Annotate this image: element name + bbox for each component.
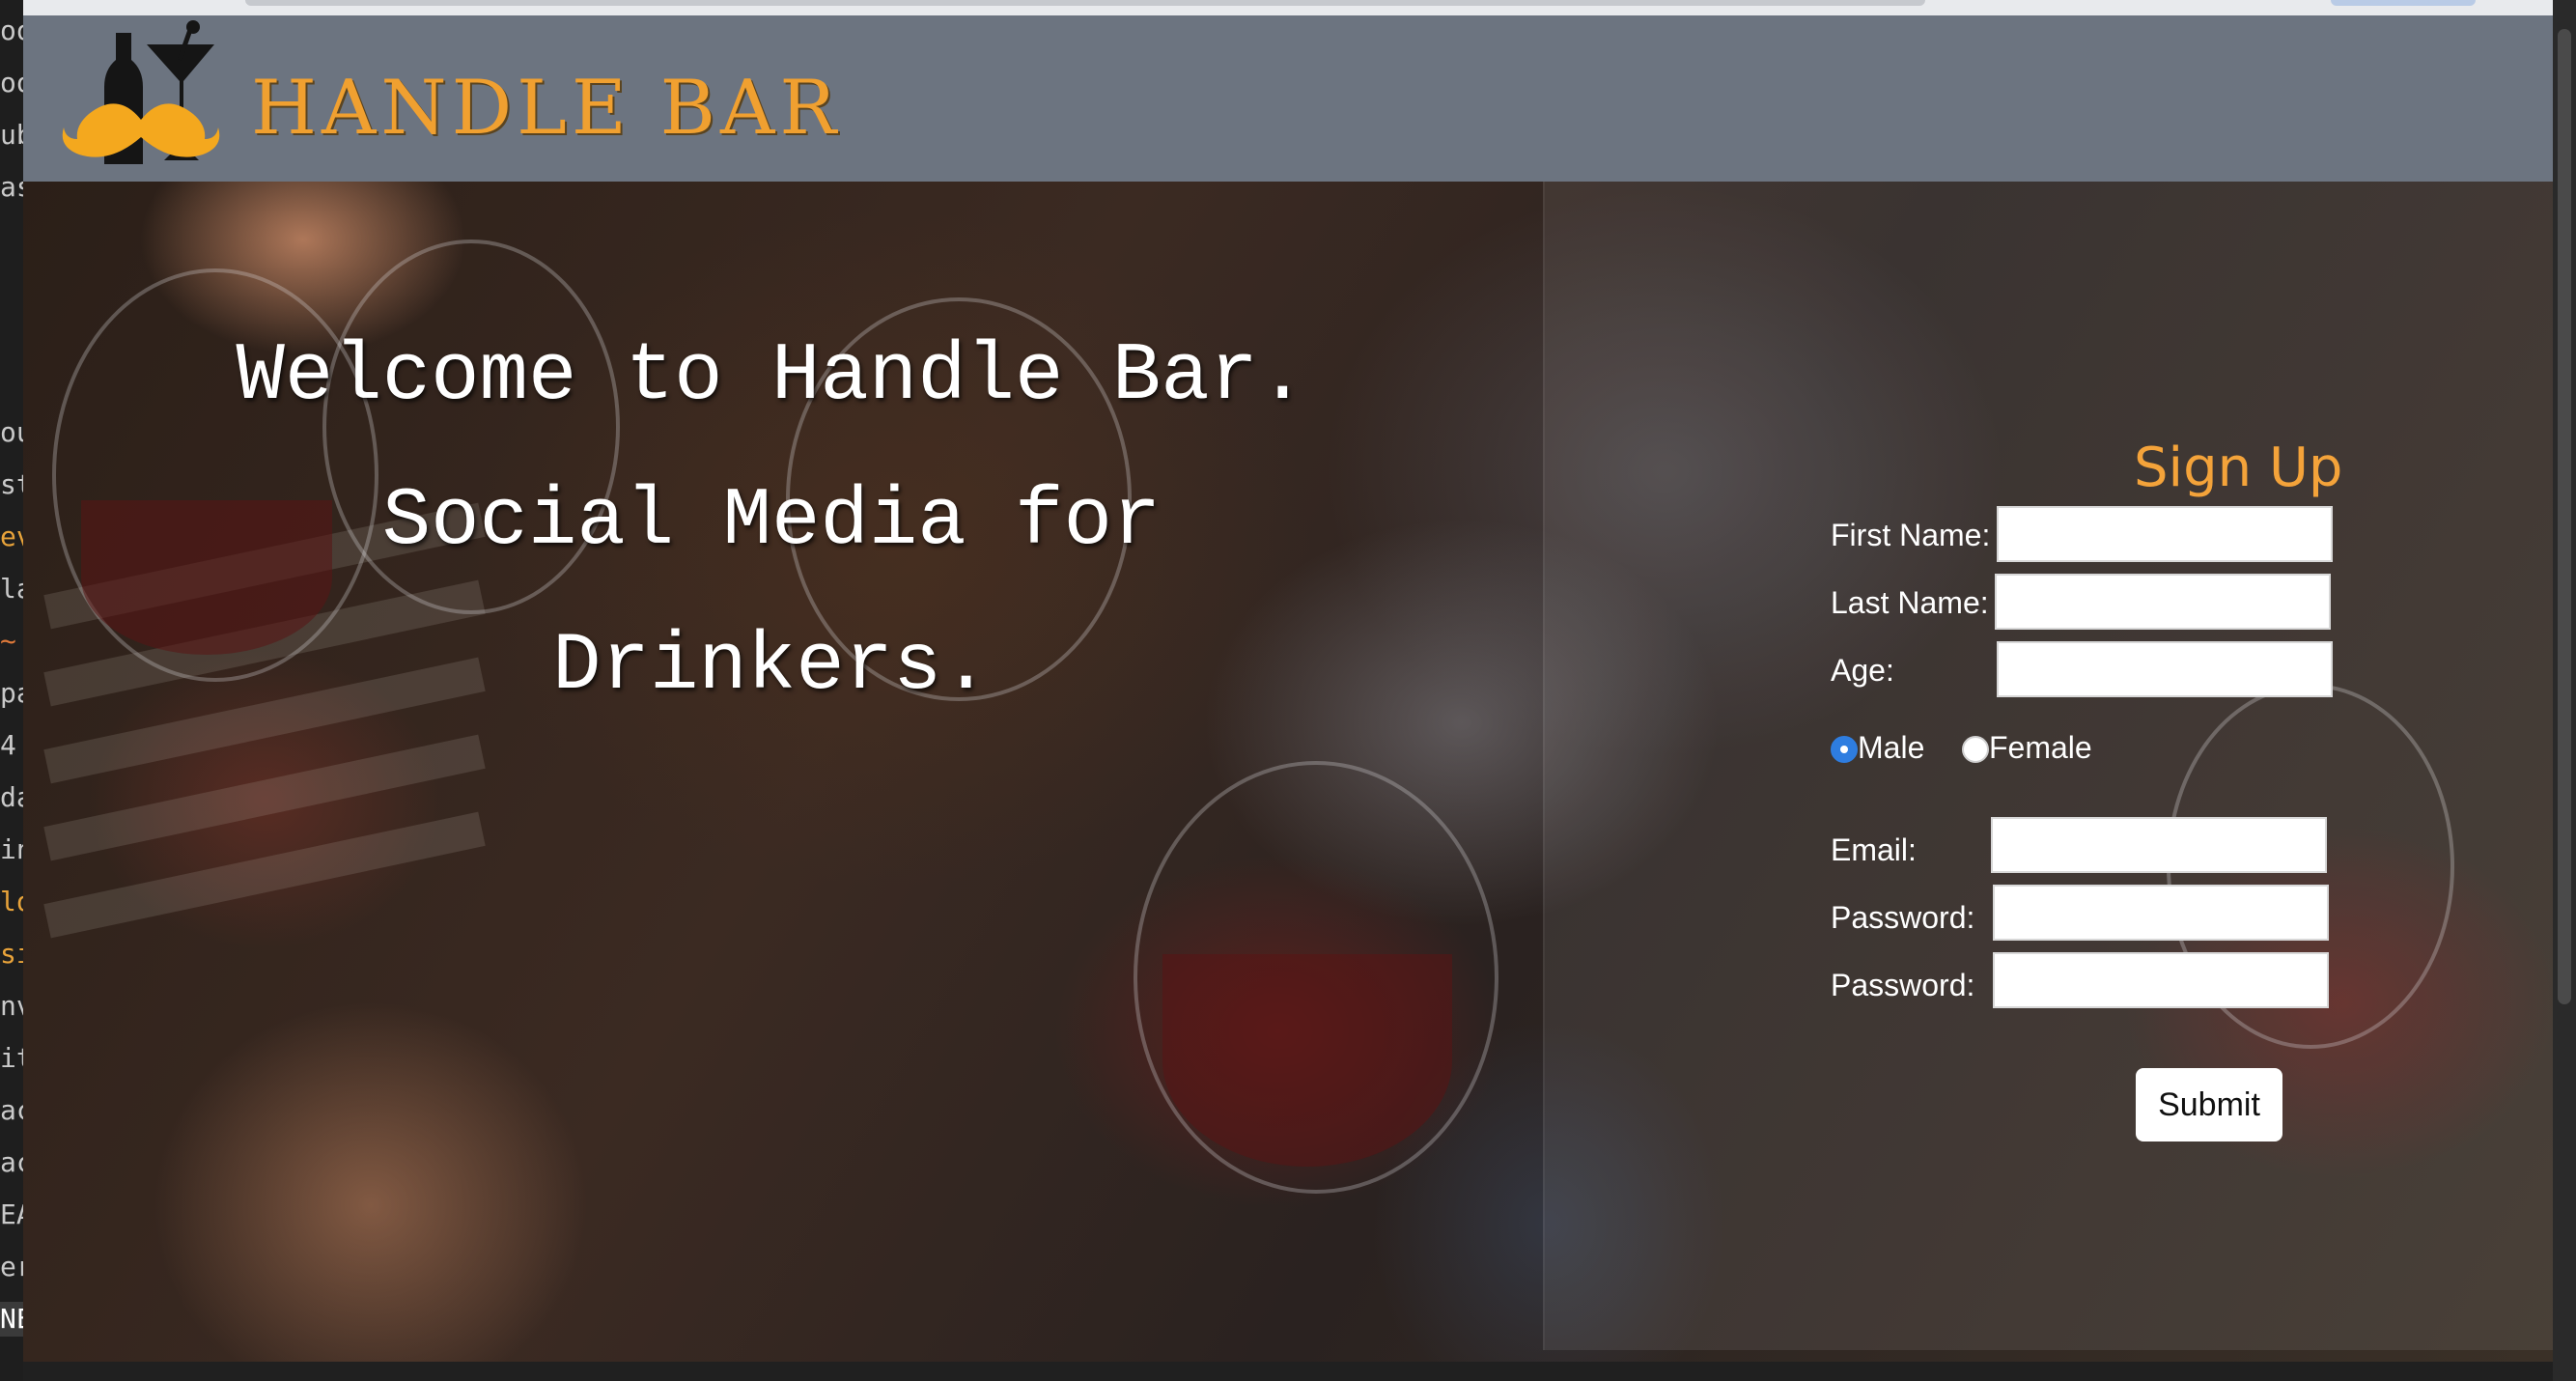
editor-fragment: ou — [0, 416, 23, 448]
confirm-password-input[interactable] — [1993, 952, 2329, 1008]
editor-fragment: ac — [0, 1094, 23, 1126]
age-label: Age: — [1831, 653, 1894, 688]
editor-fragment: nv — [0, 990, 23, 1022]
confirm-password-label: Password: — [1831, 968, 1975, 1002]
last-name-label: Last Name: — [1831, 585, 1989, 620]
brand-name[interactable]: HANDLE BAR — [251, 60, 841, 156]
editor-fragment: si — [0, 938, 23, 970]
hero-welcome-text: Welcome to Handle Bar. Social Media for … — [81, 305, 1462, 740]
male-radio[interactable] — [1831, 736, 1858, 763]
editor-fragment: ev — [0, 521, 23, 552]
editor-fragment: oo — [0, 67, 23, 99]
editor-fragment: st — [0, 468, 23, 500]
editor-fragment: lo — [0, 886, 23, 917]
hero-line: Drinkers. — [552, 621, 991, 713]
first-name-label: First Name: — [1831, 518, 1991, 552]
address-bar-edge[interactable] — [245, 0, 1925, 6]
male-label[interactable]: Male — [1858, 730, 1924, 766]
age-input[interactable] — [1997, 641, 2333, 697]
password-label: Password: — [1831, 900, 1975, 935]
editor-fragment: la — [0, 573, 23, 605]
red-wine-shape — [1162, 954, 1452, 1167]
page-viewport: HANDLE BAR Welcome to Handle Bar. Social… — [23, 15, 2553, 1362]
editor-fragment: as — [0, 171, 23, 203]
logo-svg — [62, 20, 220, 164]
female-radio[interactable] — [1962, 736, 1989, 763]
editor-fragment: in — [0, 833, 23, 865]
editor-fragment: oo — [0, 14, 23, 46]
email-label: Email: — [1831, 832, 1917, 867]
background-editor-strip: oo oo ub as ou st ev la ~ pa 4 da in lo … — [0, 0, 23, 1381]
editor-fragment: pa — [0, 677, 23, 709]
hero-line: Welcome to Handle Bar. — [236, 331, 1307, 423]
hero-line: Social Media for — [381, 476, 1162, 568]
mustache-bottle-cocktail-icon[interactable] — [58, 19, 224, 174]
signup-title: Sign Up — [2134, 437, 2343, 499]
browser-top-edge — [23, 0, 2553, 15]
first-name-input[interactable] — [1997, 506, 2333, 562]
editor-fragment: ac — [0, 1146, 23, 1178]
editor-fragment: NE — [0, 1302, 23, 1337]
browser-bottom-edge — [23, 1362, 2553, 1381]
editor-fragment: er — [0, 1251, 23, 1282]
editor-fragment: ub — [0, 119, 23, 151]
editor-fragment: iti — [0, 1042, 23, 1074]
signup-panel: Sign Up First Name: Last Name: Age: Male… — [1543, 182, 2553, 1350]
top-navbar: HANDLE BAR — [23, 15, 2553, 182]
editor-fragment: EA — [0, 1198, 23, 1230]
editor-fragment: ~ — [0, 625, 16, 657]
submit-button[interactable]: Submit — [2136, 1068, 2282, 1141]
email-input[interactable] — [1991, 817, 2327, 873]
page-scrollbar[interactable] — [2553, 0, 2576, 1381]
female-label[interactable]: Female — [1989, 730, 2092, 766]
scrollbar-thumb[interactable] — [2558, 29, 2571, 1004]
password-input[interactable] — [1993, 885, 2329, 941]
editor-fragment: da — [0, 781, 23, 813]
editor-fragment: 4 — [0, 729, 16, 761]
toolbar-button-edge[interactable] — [2331, 0, 2476, 6]
last-name-input[interactable] — [1995, 574, 2331, 630]
